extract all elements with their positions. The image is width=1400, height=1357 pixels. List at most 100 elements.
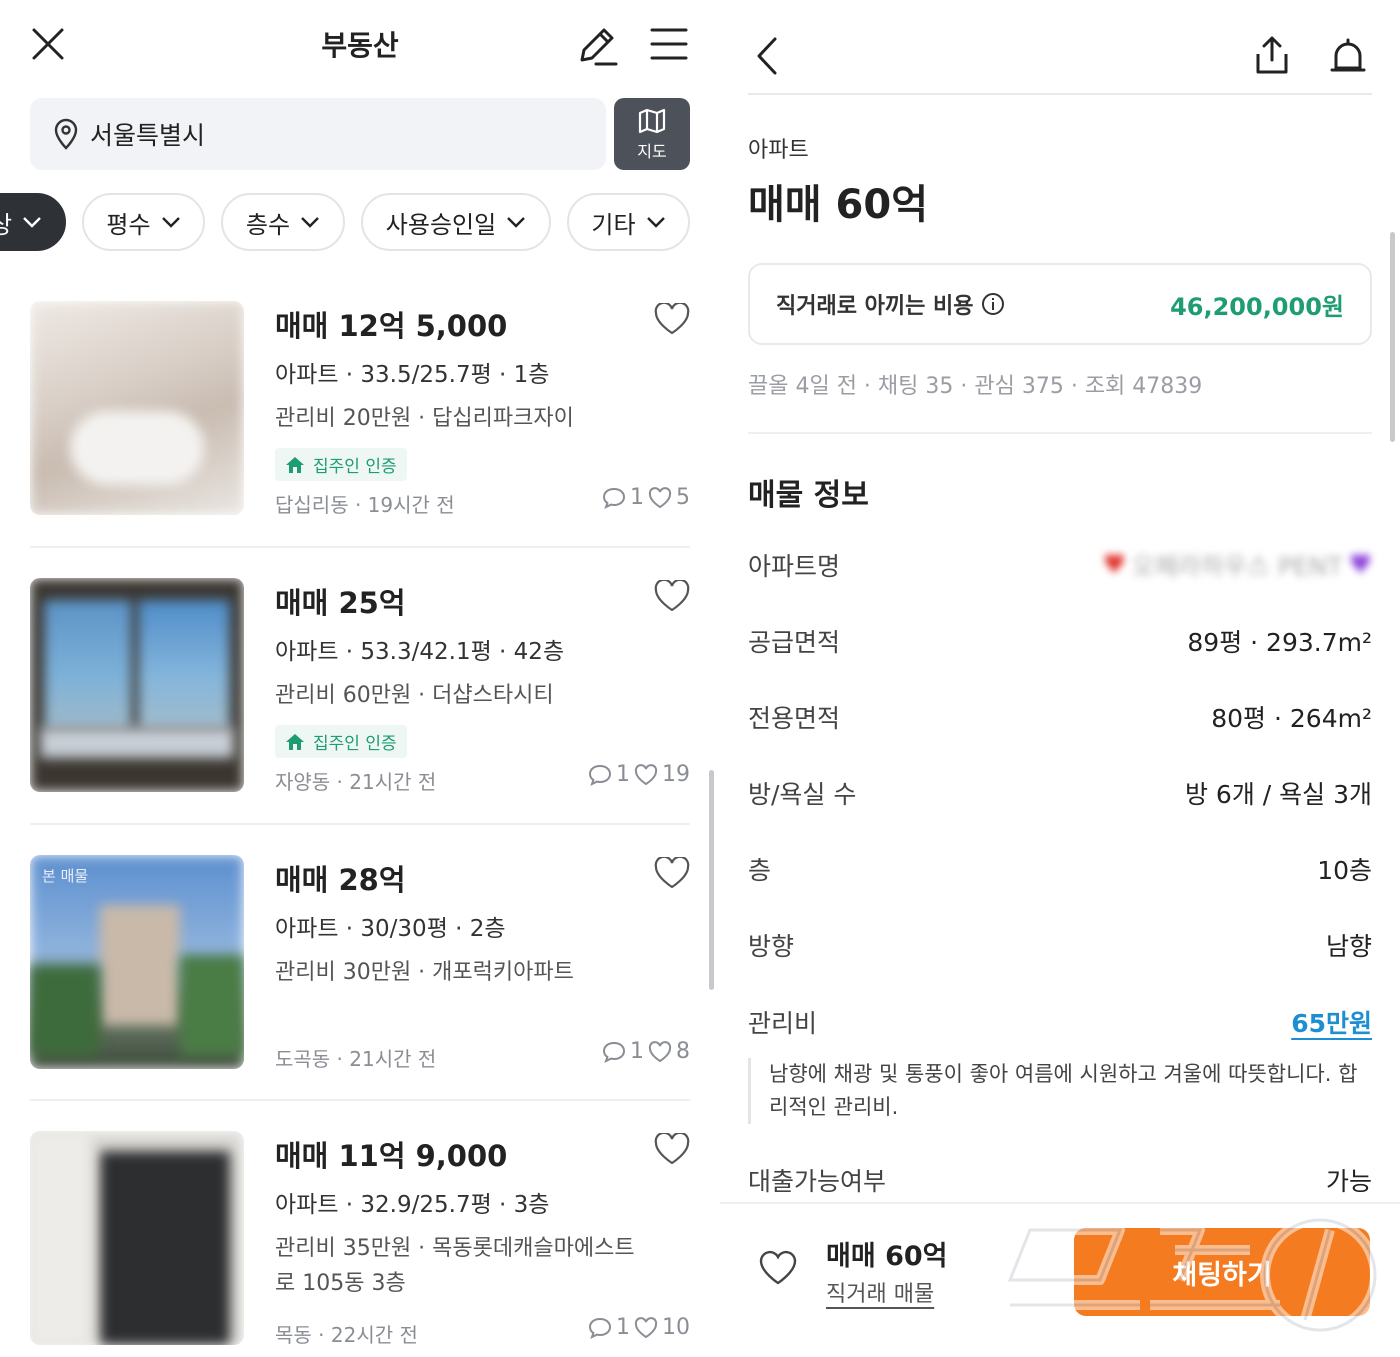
heart-icon: [634, 1316, 658, 1338]
app-root: 부동산 서울특별시 지도 상 평수 층수 사용승인일 기타 매매 12억 5,0…: [0, 0, 1400, 1357]
property-price: 매매 60억: [748, 182, 928, 228]
house-icon: [286, 733, 304, 750]
edit-icon[interactable]: [574, 24, 618, 68]
listing-spec: 아파트 · 53.3/42.1평 · 42층: [275, 639, 565, 665]
listing-info: 매매 11억 9,000 아파트 · 32.9/25.7평 · 3층 관리비 3…: [275, 1131, 645, 1301]
info-row-apartment-name: 아파트명 ♥ 오페라하우스 PENT ♥: [748, 545, 1372, 585]
badge-label: 집주인 인증: [313, 734, 397, 754]
section-title: 매물 정보: [748, 478, 869, 513]
back-icon[interactable]: [756, 36, 778, 76]
chat-icon: [588, 1317, 612, 1339]
info-key: 아파트명: [748, 552, 841, 581]
listing-price: 매매 11억 9,000: [275, 1139, 508, 1173]
info-value: 오페라하우스 PENT: [1131, 552, 1343, 581]
comment-count: 1: [630, 1039, 644, 1064]
listing-item[interactable]: 매매 25억 아파트 · 53.3/42.1평 · 42층 관리비 60만원 ·…: [30, 578, 690, 824]
map-button[interactable]: 지도: [614, 98, 690, 170]
heart-icon[interactable]: [654, 857, 690, 889]
viewed-label: 본 매물: [42, 867, 89, 885]
maintenance-note: 남향에 채광 및 통풍이 좋아 여름에 시원하고 겨울에 따뜻합니다. 합리적인…: [748, 1058, 1372, 1124]
owner-verified-badge: 집주인 인증: [275, 448, 407, 481]
listing-spec: 아파트 · 33.5/25.7평 · 1층: [275, 362, 550, 388]
listing-meta: 목동 · 22시간 전: [275, 1323, 418, 1347]
info-value: 80평 · 264m²: [1211, 704, 1372, 733]
savings-label: 직거래로 아끼는 비용: [776, 294, 974, 319]
chevron-down-icon: [646, 217, 665, 228]
listing-info: 매매 25억 아파트 · 53.3/42.1평 · 42층 관리비 60만원 ·…: [275, 578, 645, 758]
info-value: 남향: [1325, 932, 1372, 961]
filter-chip-price[interactable]: 상: [0, 193, 66, 251]
header-divider: [748, 93, 1372, 95]
menu-icon[interactable]: [650, 26, 688, 62]
heart-icon[interactable]: [654, 1133, 690, 1165]
filter-chip-area[interactable]: 평수: [82, 193, 205, 251]
listing-price: 매매 12억 5,000: [275, 309, 508, 343]
info-row-direction: 방향 남향: [748, 925, 1372, 965]
search-value: 서울특별시: [90, 121, 206, 150]
map-button-label: 지도: [637, 142, 667, 161]
location-search[interactable]: 서울특별시: [30, 98, 606, 170]
filter-chip-floor[interactable]: 층수: [221, 193, 345, 251]
direct-deal-link[interactable]: 직거래 매물: [826, 1276, 934, 1308]
info-key: 대출가능여부: [748, 1167, 887, 1196]
heart-icon[interactable]: [654, 580, 690, 612]
heart-icon[interactable]: [654, 303, 690, 335]
house-icon: [286, 456, 304, 473]
divider: [748, 432, 1372, 434]
heart-emoji-icon: ♥: [1102, 550, 1126, 580]
info-value: 가능: [1325, 1167, 1372, 1196]
map-icon: [638, 108, 666, 134]
listing-item[interactable]: 매매 12억 5,000 아파트 · 33.5/25.7평 · 1층 관리비 2…: [30, 301, 690, 547]
badge-label: 집주인 인증: [313, 457, 397, 477]
listing-desc: 관리비 35만원 · 목동롯데캐슬마에스트로 105동 3층: [275, 1236, 635, 1296]
info-row-rooms: 방/욕실 수 방 6개 / 욕실 3개: [748, 773, 1372, 813]
filter-chip-approval-date[interactable]: 사용승인일: [361, 193, 551, 251]
filter-chip-label: 기타: [591, 210, 636, 239]
listing-item[interactable]: 본 매물 매매 28억 아파트 · 30/30평 · 2층 관리비 30만원 ·…: [30, 855, 690, 1101]
filter-chip-etc[interactable]: 기타: [567, 193, 690, 251]
chat-button[interactable]: 채팅하기: [1074, 1228, 1370, 1316]
info-icon[interactable]: [981, 292, 1005, 316]
comment-count: 1: [630, 485, 644, 510]
info-value: 89평 · 293.7m²: [1187, 628, 1372, 657]
heart-icon: [634, 763, 658, 785]
listing-price: 매매 25억: [275, 586, 406, 620]
apartment-name-blurred: ♥ 오페라하우스 PENT ♥: [1103, 547, 1372, 583]
chevron-down-icon: [507, 217, 526, 228]
info-row-supply-area: 공급면적 89평 · 293.7m²: [748, 621, 1372, 661]
heart-emoji-icon: ♥: [1348, 550, 1372, 580]
listing-photo: [30, 578, 244, 792]
comment-count: 1: [616, 762, 630, 787]
info-row-floor: 층 10층: [748, 849, 1372, 889]
bell-icon[interactable]: [1328, 36, 1368, 76]
listing-counts: 1 10: [588, 1315, 690, 1340]
info-key: 층: [748, 856, 772, 885]
like-count: 10: [662, 1315, 690, 1340]
bottom-action-bar: 매매 60억 직거래 매물 채팅하기: [720, 1202, 1400, 1357]
listing-item[interactable]: 매매 11억 9,000 아파트 · 32.9/25.7평 · 3층 관리비 3…: [30, 1131, 690, 1357]
info-key: 방/욕실 수: [748, 780, 857, 809]
scrollbar[interactable]: [1390, 232, 1395, 442]
listing-meta: 자양동 · 21시간 전: [275, 770, 437, 794]
heart-icon[interactable]: [758, 1250, 798, 1286]
heart-icon: [648, 486, 672, 508]
scrollbar[interactable]: [709, 770, 714, 990]
listing-photo: [30, 301, 244, 515]
savings-box: 직거래로 아끼는 비용 46,200,000원: [748, 263, 1372, 345]
maintenance-fee-link[interactable]: 65만원: [1291, 1004, 1372, 1040]
savings-label-wrap: 직거래로 아끼는 비용: [776, 288, 1005, 320]
listing-counts: 1 5: [602, 485, 690, 510]
listing-photo: [30, 1131, 244, 1345]
listing-desc: 관리비 20만원 · 답십리파크자이: [275, 406, 574, 431]
listing-photo: [30, 855, 244, 1069]
info-row-maintenance-fee: 관리비 65만원: [748, 1002, 1372, 1042]
filter-bar: 상 평수 층수 사용승인일 기타: [0, 193, 720, 253]
listing-info: 매매 12억 5,000 아파트 · 33.5/25.7평 · 1층 관리비 2…: [275, 301, 645, 481]
share-icon[interactable]: [1252, 34, 1292, 76]
property-type: 아파트: [748, 138, 809, 163]
divider: [30, 823, 690, 825]
owner-verified-badge: 집주인 인증: [275, 725, 407, 758]
filter-chip-label: 층수: [245, 210, 291, 239]
like-count: 19: [662, 762, 690, 787]
filter-chip-label: 상: [0, 210, 13, 239]
